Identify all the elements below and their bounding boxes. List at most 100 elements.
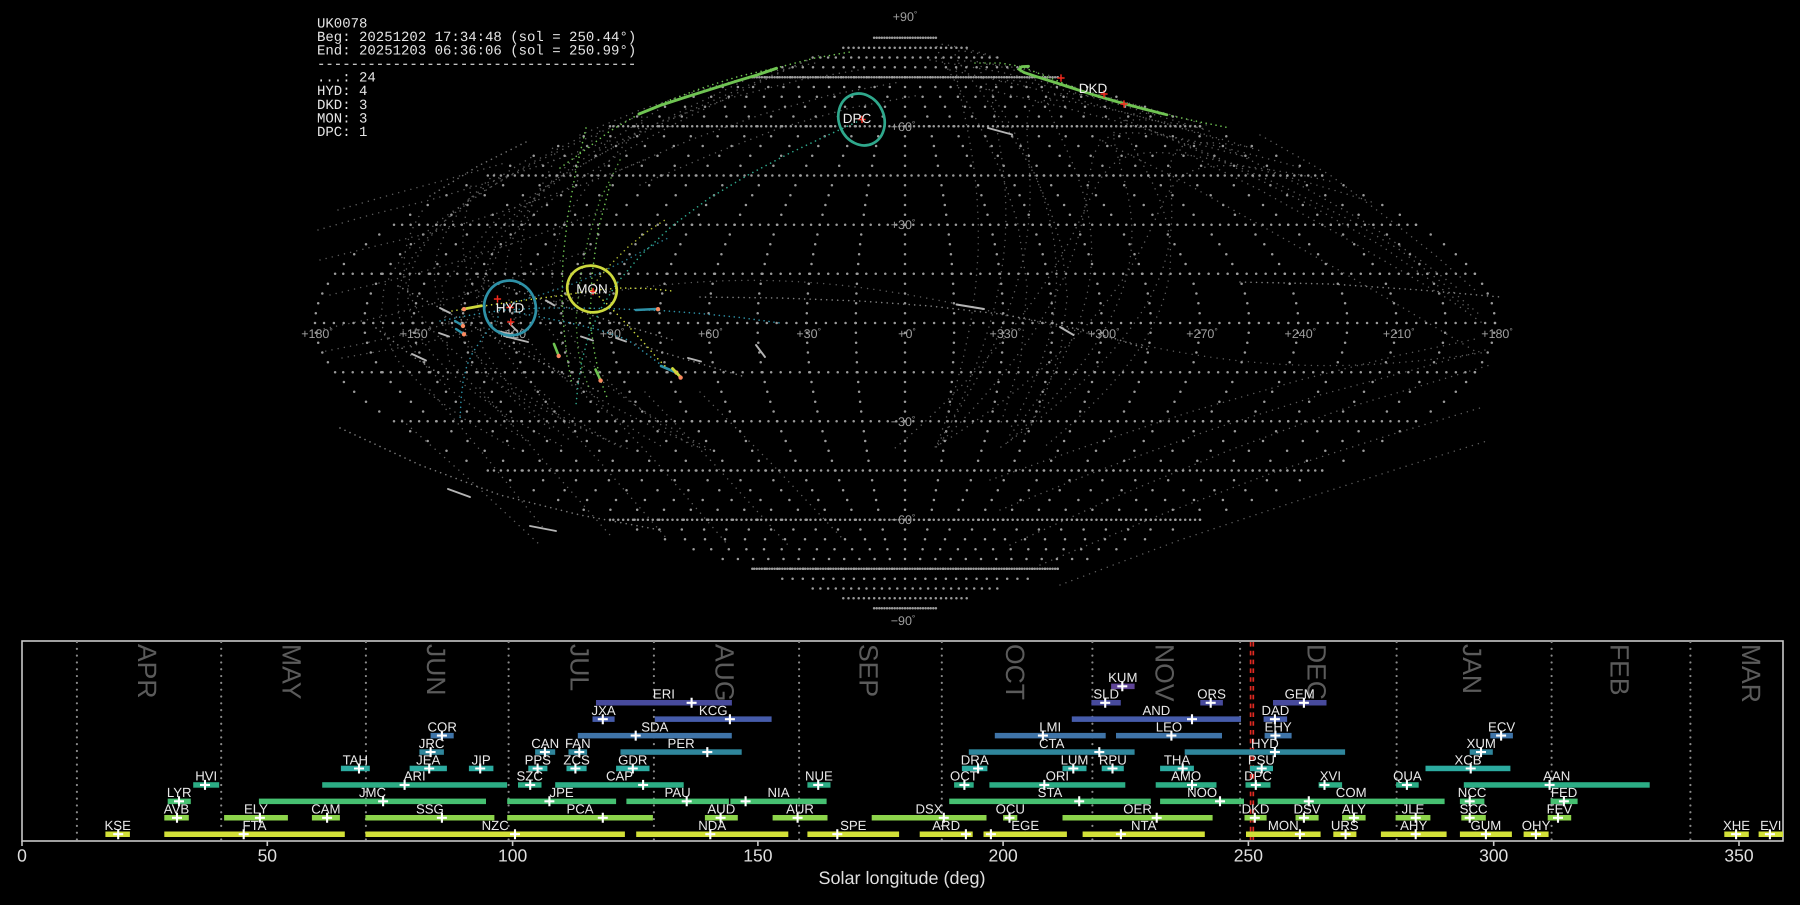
- svg-text:+210°: +210°: [1383, 326, 1415, 341]
- svg-text:AMO: AMO: [1171, 769, 1201, 784]
- svg-text:NOV: NOV: [1150, 644, 1180, 702]
- svg-text:JAN: JAN: [1457, 644, 1487, 694]
- svg-text:AUD: AUD: [707, 802, 735, 817]
- svg-text:+30°: +30°: [796, 326, 821, 341]
- svg-text:FAN: FAN: [565, 736, 591, 751]
- svg-text:200: 200: [988, 846, 1017, 866]
- svg-text:NUE: NUE: [805, 769, 833, 784]
- svg-text:100: 100: [498, 846, 527, 866]
- svg-text:LUM: LUM: [1061, 752, 1089, 767]
- svg-text:+90°: +90°: [893, 9, 918, 24]
- svg-text:FEB: FEB: [1604, 644, 1634, 696]
- svg-text:DSV: DSV: [1293, 802, 1320, 817]
- svg-text:SSG: SSG: [416, 802, 444, 817]
- svg-text:QUA: QUA: [1393, 769, 1422, 784]
- svg-text:+150°: +150°: [400, 326, 432, 341]
- svg-text:GEM: GEM: [1285, 687, 1315, 702]
- svg-text:EVI: EVI: [1760, 818, 1781, 833]
- svg-text:SPE: SPE: [840, 818, 867, 833]
- svg-text:XCB: XCB: [1454, 752, 1481, 767]
- svg-text:KUM: KUM: [1108, 670, 1137, 685]
- svg-text:DPC: DPC: [1244, 769, 1272, 784]
- svg-text:50: 50: [258, 846, 278, 866]
- svg-text:MON: MON: [1268, 818, 1299, 833]
- svg-text:JIP: JIP: [472, 752, 491, 767]
- svg-text:+60°: +60°: [698, 326, 723, 341]
- svg-text:PSU: PSU: [1248, 752, 1275, 767]
- svg-text:GUM: GUM: [1471, 818, 1502, 833]
- svg-text:XHE: XHE: [1723, 818, 1750, 833]
- svg-text:LEO: LEO: [1156, 719, 1182, 734]
- svg-text:ERI: ERI: [653, 687, 675, 702]
- svg-text:DSX: DSX: [916, 802, 943, 817]
- svg-text:JEA: JEA: [416, 752, 440, 767]
- svg-text:+180°: +180°: [301, 326, 333, 341]
- svg-text:TAH: TAH: [343, 752, 368, 767]
- svg-text:EHY: EHY: [1265, 719, 1292, 734]
- svg-text:NZC: NZC: [482, 818, 510, 833]
- svg-text:CTA: CTA: [1039, 736, 1065, 751]
- svg-text:DKD: DKD: [1079, 81, 1108, 96]
- svg-text:JUL: JUL: [564, 644, 594, 691]
- svg-text:KSE: KSE: [105, 818, 132, 833]
- svg-text:CAP: CAP: [606, 769, 633, 784]
- svg-text:AVB: AVB: [164, 802, 190, 817]
- svg-text:MAY: MAY: [276, 644, 306, 700]
- svg-text:NOO: NOO: [1187, 785, 1217, 800]
- svg-text:OCT: OCT: [950, 769, 978, 784]
- svg-text:KCG: KCG: [699, 703, 728, 718]
- svg-text:HYD: HYD: [1251, 736, 1279, 751]
- svg-text:DKD: DKD: [1242, 802, 1270, 817]
- svg-text:−60°: −60°: [891, 512, 916, 527]
- svg-text:PPS: PPS: [525, 752, 552, 767]
- svg-text:JPE: JPE: [550, 785, 574, 800]
- svg-text:FED: FED: [1551, 785, 1577, 800]
- svg-text:APR: APR: [132, 644, 162, 699]
- svg-text:STA: STA: [1038, 785, 1063, 800]
- svg-text:0: 0: [17, 846, 27, 866]
- svg-text:+30°: +30°: [891, 217, 916, 232]
- svg-text:NCC: NCC: [1458, 785, 1487, 800]
- svg-text:OHY: OHY: [1522, 818, 1551, 833]
- svg-text:EGE: EGE: [1011, 818, 1039, 833]
- svg-text:350: 350: [1724, 846, 1753, 866]
- svg-text:URS: URS: [1331, 818, 1359, 833]
- svg-text:LYR: LYR: [167, 785, 192, 800]
- svg-text:SZC: SZC: [517, 769, 544, 784]
- svg-text:300: 300: [1479, 846, 1508, 866]
- svg-text:ALY: ALY: [1342, 802, 1366, 817]
- svg-text:ORS: ORS: [1197, 687, 1226, 702]
- svg-text:COM: COM: [1336, 785, 1367, 800]
- svg-text:LMI: LMI: [1039, 719, 1061, 734]
- svg-text:XUM: XUM: [1467, 736, 1496, 751]
- svg-text:+60°: +60°: [891, 119, 916, 134]
- svg-text:HYD: HYD: [496, 301, 525, 316]
- svg-text:JMC: JMC: [359, 785, 387, 800]
- svg-text:RPU: RPU: [1099, 752, 1127, 767]
- svg-text:SDA: SDA: [641, 719, 668, 734]
- svg-text:ECV: ECV: [1488, 719, 1515, 734]
- svg-text:150: 150: [743, 846, 772, 866]
- svg-text:AUR: AUR: [786, 802, 814, 817]
- svg-text:AHY: AHY: [1400, 818, 1427, 833]
- svg-text:ELY: ELY: [244, 802, 268, 817]
- svg-text:AUG: AUG: [710, 644, 740, 701]
- svg-text:JXA: JXA: [592, 703, 616, 718]
- svg-text:COR: COR: [428, 719, 457, 734]
- svg-text:+180°: +180°: [1481, 326, 1513, 341]
- svg-text:JLE: JLE: [1402, 802, 1425, 817]
- svg-text:PAU: PAU: [665, 785, 691, 800]
- svg-text:CAN: CAN: [531, 736, 559, 751]
- svg-text:SEP: SEP: [854, 644, 884, 697]
- svg-text:Solar longitude (deg): Solar longitude (deg): [818, 868, 985, 888]
- svg-text:DAD: DAD: [1261, 703, 1289, 718]
- svg-text:+270°: +270°: [1186, 326, 1218, 341]
- svg-text:250: 250: [1234, 846, 1263, 866]
- svg-text:PCA: PCA: [566, 802, 593, 817]
- svg-text:OCT: OCT: [1000, 644, 1030, 700]
- svg-text:DPC: DPC: [843, 111, 872, 126]
- svg-text:ARD: ARD: [932, 818, 960, 833]
- svg-text:+330°: +330°: [990, 326, 1022, 341]
- svg-text:GDR: GDR: [618, 752, 647, 767]
- svg-text:NDA: NDA: [698, 818, 726, 833]
